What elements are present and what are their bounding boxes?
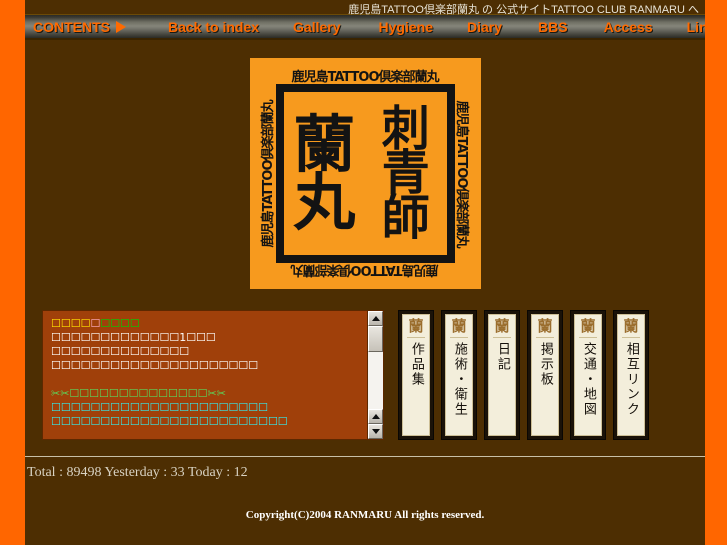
scrollbar-track[interactable]	[368, 352, 383, 409]
notice-text: ☐☐☐☐☐☐☐☐☐ ☐☐☐☐☐☐☐☐☐☐☐☐☐1☐☐☐ ☐☐☐☐☐☐☐☐☐☐☐☐…	[43, 311, 367, 439]
vertical-tile-menu: 蘭 作品集 蘭 施術・衛生 蘭 日記 蘭 掲示板 蘭 交通・地図 蘭 相互リンク	[398, 310, 649, 440]
nav-label-hygiene: Hygiene	[378, 18, 433, 35]
nav-item-hygiene[interactable]: Hygiene	[379, 19, 433, 35]
notice-line-1: ☐☐☐☐☐☐☐☐☐	[51, 317, 359, 331]
left-orange-rail	[0, 0, 25, 545]
tile-gallery-crest: 蘭	[407, 319, 425, 338]
notice-line-8: ☐☐☐☐☐☐☐☐☐☐☐☐☐☐☐☐☐☐☐☐☐☐☐☐	[51, 415, 288, 428]
seal-inner-box: 刺青師 蘭丸	[275, 84, 455, 263]
nav-label-access: Access	[603, 18, 653, 35]
tile-hygiene-label: 施術・衛生	[451, 342, 467, 417]
nav-label-diary: Diary	[466, 18, 503, 35]
site-title: 鹿児島TATTOO倶楽部蘭丸 の 公式サイトTATTOO CLUB RANMAR…	[348, 4, 699, 16]
nav-label-back-to-index: Back to index	[168, 18, 260, 35]
notice-line-2: ☐☐☐☐☐☐☐☐☐☐☐☐☐1☐☐☐	[51, 331, 216, 344]
tile-diary-crest: 蘭	[493, 319, 511, 338]
seal-edge-text-bottom: 鹿児島TATTOO倶楽部蘭丸	[291, 262, 439, 277]
seal-text-ranmaru: 蘭丸	[293, 108, 356, 239]
seal-edge-text-right: 鹿児島TATTOO倶楽部蘭丸	[454, 99, 470, 248]
tile-access-inner: 蘭 交通・地図	[574, 314, 602, 436]
tile-hygiene[interactable]: 蘭 施術・衛生	[441, 310, 477, 440]
scrollbar-thumb[interactable]	[368, 326, 383, 352]
notice-panel: ☐☐☐☐☐☐☐☐☐ ☐☐☐☐☐☐☐☐☐☐☐☐☐1☐☐☐ ☐☐☐☐☐☐☐☐☐☐☐☐…	[42, 310, 384, 440]
arrow-up-icon-2	[371, 414, 380, 419]
scrollbar-up-button-bottom[interactable]	[368, 409, 383, 424]
nav-label-gallery: Gallery	[293, 18, 341, 35]
tile-access-label: 交通・地図	[580, 342, 596, 417]
scrollbar-up-button-top[interactable]	[368, 311, 383, 326]
play-triangle-icon	[116, 20, 126, 33]
tile-hygiene-inner: 蘭 施術・衛生	[445, 314, 473, 436]
tile-diary[interactable]: 蘭 日記	[484, 310, 520, 440]
nav-item-back-to-index[interactable]: Back to index	[168, 19, 259, 35]
arrow-up-icon	[371, 316, 380, 321]
nav-label-bbs: BBS	[538, 18, 568, 35]
notice-line-6: ✂✂☐☐☐☐☐☐☐☐☐☐☐☐☐☐✂✂	[51, 387, 226, 400]
tile-links-crest: 蘭	[622, 319, 640, 338]
site-title-bar: 鹿児島TATTOO倶楽部蘭丸 の 公式サイトTATTOO CLUB RANMAR…	[25, 0, 705, 16]
nav-label-contents: CONTENTS	[33, 18, 110, 35]
tile-bbs-label: 掲示板	[537, 342, 553, 387]
right-orange-rail	[705, 0, 727, 545]
notice-line-1-seg-2: ☐	[90, 317, 101, 330]
seal-edge-text-left: 鹿児島TATTOO倶楽部蘭丸	[260, 99, 276, 248]
seal-edge-text-top: 鹿児島TATTOO倶楽部蘭丸	[291, 70, 439, 85]
content-row: ☐☐☐☐☐☐☐☐☐ ☐☐☐☐☐☐☐☐☐☐☐☐☐1☐☐☐ ☐☐☐☐☐☐☐☐☐☐☐☐…	[25, 294, 705, 440]
nav-item-bbs[interactable]: BBS	[538, 19, 568, 35]
tile-links-label: 相互リンク	[623, 342, 639, 417]
tile-bbs[interactable]: 蘭 掲示板	[527, 310, 563, 440]
notice-line-3: ☐☐☐☐☐☐☐☐☐☐☐☐☐☐	[51, 345, 190, 358]
nav-item-gallery[interactable]: Gallery	[293, 19, 340, 35]
visitor-counter: Total : 89498 Yesterday : 33 Today : 12	[27, 465, 248, 480]
nav-item-diary[interactable]: Diary	[467, 19, 502, 35]
tile-access-crest: 蘭	[579, 319, 597, 338]
notice-line-blank	[51, 373, 359, 387]
tile-bbs-inner: 蘭 掲示板	[531, 314, 559, 436]
scrollbar-down-button[interactable]	[368, 424, 383, 439]
notice-line-1-seg-3: ☐☐☐☐	[100, 317, 140, 330]
tile-access[interactable]: 蘭 交通・地図	[570, 310, 606, 440]
tile-links[interactable]: 蘭 相互リンク	[613, 310, 649, 440]
tile-diary-inner: 蘭 日記	[488, 314, 516, 436]
notice-line-4: ☐☐☐☐☐☐☐☐☐☐☐☐☐☐☐☐☐☐☐☐☐	[51, 359, 259, 372]
page-container: 鹿児島TATTOO倶楽部蘭丸 の 公式サイトTATTOO CLUB RANMAR…	[25, 0, 715, 545]
tile-bbs-crest: 蘭	[536, 319, 554, 338]
copyright-text: Copyright(C)2004 RANMARU All rights rese…	[245, 509, 485, 521]
notice-line-7: ☐☐☐☐☐☐☐☐☐☐☐☐☐☐☐☐☐☐☐☐☐☐	[51, 401, 268, 414]
arrow-down-icon	[371, 429, 380, 434]
tile-gallery-label: 作品集	[408, 342, 424, 387]
nav-item-contents[interactable]: CONTENTS	[33, 19, 126, 35]
nav-item-access[interactable]: Access	[604, 19, 653, 35]
tile-links-inner: 蘭 相互リンク	[617, 314, 645, 436]
ranmaru-seal-logo: 鹿児島TATTOO倶楽部蘭丸 鹿児島TATTOO倶楽部蘭丸 鹿児島TATTOO倶…	[249, 58, 481, 289]
notice-scrollbar[interactable]	[367, 311, 383, 439]
notice-line-1-seg-1: ☐☐☐☐	[51, 317, 91, 330]
seal-text-shiseishi: 刺青師	[381, 101, 430, 246]
tile-hygiene-crest: 蘭	[450, 319, 468, 338]
tile-gallery[interactable]: 蘭 作品集	[398, 310, 434, 440]
tile-diary-label: 日記	[494, 342, 510, 372]
main-navbar: CONTENTS Back to index Gallery Hygiene D…	[25, 14, 715, 40]
logo-area: 鹿児島TATTOO倶楽部蘭丸 鹿児島TATTOO倶楽部蘭丸 鹿児島TATTOO倶…	[25, 40, 705, 294]
tile-gallery-inner: 蘭 作品集	[402, 314, 430, 436]
